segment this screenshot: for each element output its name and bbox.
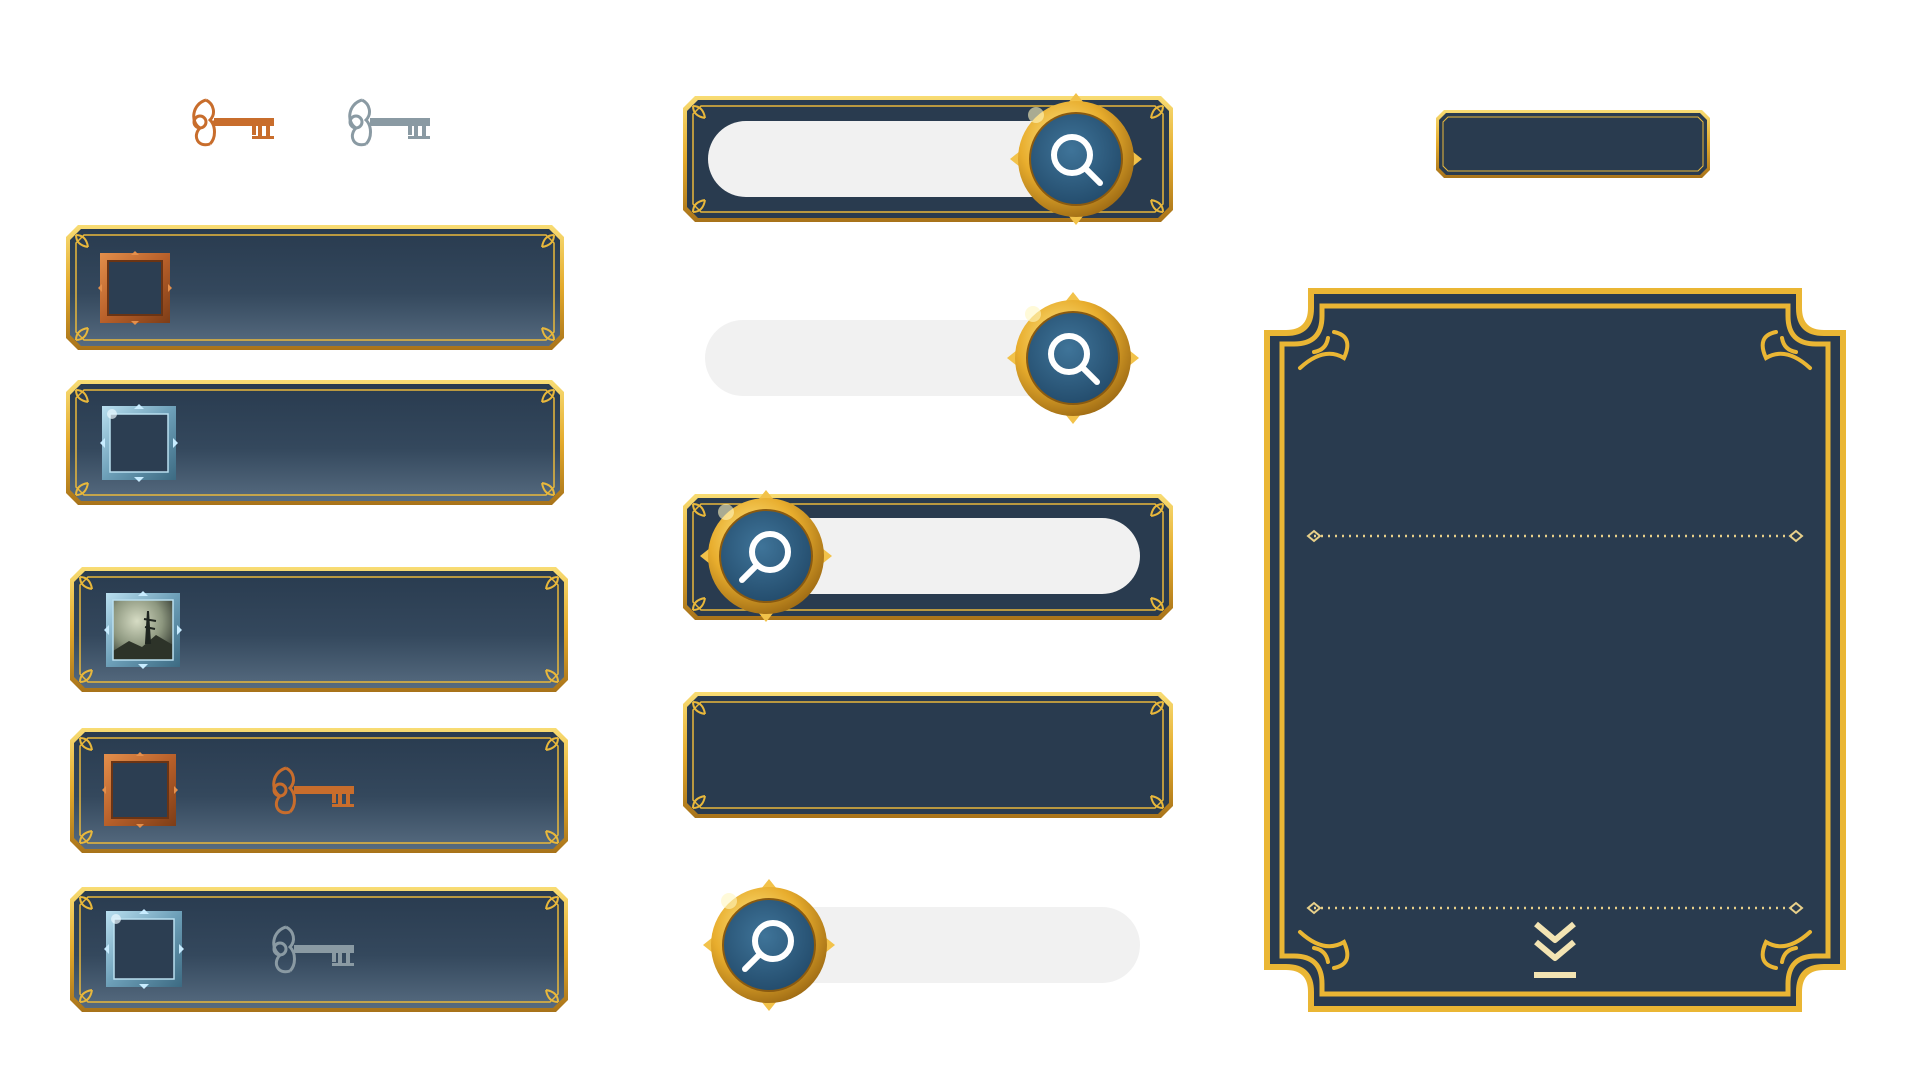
- silver-key-icon: [344, 92, 444, 152]
- title-banner-text: [1436, 110, 1710, 178]
- double-chevron-down-icon[interactable]: [1530, 920, 1580, 982]
- search-button[interactable]: [703, 879, 835, 1011]
- dialog-body: [1334, 558, 1776, 888]
- title-banner: [1436, 110, 1710, 178]
- dialog-title: [1334, 358, 1776, 508]
- copper-key-icon: [268, 760, 368, 820]
- list-panel-2[interactable]: [66, 380, 564, 505]
- copper-key-icon: [188, 92, 288, 152]
- search-button[interactable]: [1010, 93, 1142, 225]
- search-button[interactable]: [700, 490, 832, 622]
- empty-framed-panel: [683, 692, 1173, 818]
- search-button[interactable]: [1007, 292, 1139, 424]
- list-panel-4[interactable]: [70, 728, 568, 853]
- list-panel-5[interactable]: [70, 887, 568, 1012]
- ice-frame-thumbnail-with-image[interactable]: [104, 591, 182, 669]
- silver-key-icon: [268, 919, 368, 979]
- copper-frame-thumbnail[interactable]: [102, 752, 178, 828]
- list-panel-1[interactable]: [66, 225, 564, 350]
- ice-frame-thumbnail[interactable]: [104, 909, 184, 989]
- ice-frame-thumbnail[interactable]: [100, 404, 178, 482]
- dialog-panel: [1264, 288, 1846, 1012]
- list-panel-3[interactable]: [70, 567, 568, 692]
- copper-frame-thumbnail[interactable]: [98, 251, 172, 325]
